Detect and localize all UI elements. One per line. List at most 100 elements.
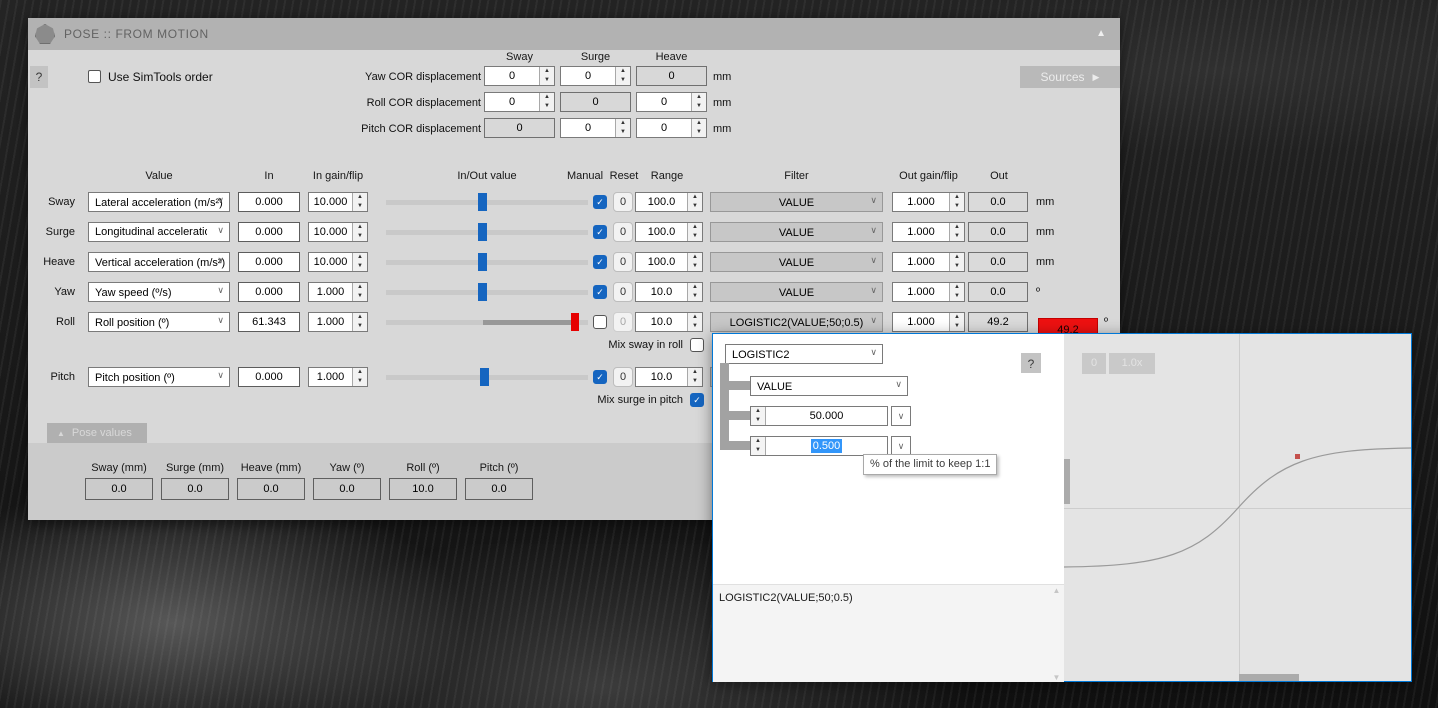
spinner-arrows[interactable]: ▲▼ <box>352 253 367 271</box>
param-ratio-mode-button[interactable]: ∨ <box>891 436 911 456</box>
slider-track[interactable] <box>386 260 588 265</box>
filter-graph[interactable]: 0 1.0x <box>1064 334 1411 681</box>
value-select[interactable]: Yaw speed (º/s)∨ <box>88 282 230 302</box>
simtools-checkbox[interactable] <box>88 70 101 83</box>
spinner-arrows[interactable]: ▲▼ <box>615 119 630 137</box>
range-spinner[interactable]: 100.0▲▼ <box>635 192 703 212</box>
slider-handle[interactable] <box>478 253 487 271</box>
spinner-arrows[interactable]: ▲▼ <box>751 437 766 455</box>
out-gain-spinner[interactable]: 1.000▲▼ <box>892 252 965 272</box>
slider-track[interactable] <box>386 290 588 295</box>
cor-pitch-heave-spinner[interactable]: 0 ▲▼ <box>636 118 707 138</box>
spinner-arrows[interactable]: ▲▼ <box>687 223 702 241</box>
range-spinner[interactable]: 10.0▲▼ <box>635 312 703 332</box>
param-limit-mode-button[interactable]: ∨ <box>891 406 911 426</box>
out-gain-spinner[interactable]: 1.000▲▼ <box>892 222 965 242</box>
spin-down-icon[interactable]: ▼ <box>751 416 765 425</box>
spin-down-icon[interactable]: ▼ <box>950 232 964 241</box>
spinner-arrows[interactable]: ▲▼ <box>949 193 964 211</box>
spin-up-icon[interactable]: ▲ <box>950 223 964 232</box>
spin-up-icon[interactable]: ▲ <box>688 283 702 292</box>
spin-down-icon[interactable]: ▼ <box>353 322 367 331</box>
filter-select[interactable]: VALUE∨ <box>710 252 883 272</box>
mix-surge-checkbox[interactable]: ✓ <box>690 393 704 407</box>
slider-handle[interactable] <box>480 368 489 386</box>
spin-up-icon[interactable]: ▲ <box>692 119 706 128</box>
spin-up-icon[interactable]: ▲ <box>353 193 367 202</box>
expression-scrollbar[interactable]: ▲ ▼ <box>1050 586 1063 682</box>
spin-down-icon[interactable]: ▼ <box>353 202 367 211</box>
spinner-arrows[interactable]: ▲▼ <box>949 223 964 241</box>
filter-select[interactable]: VALUE∨ <box>710 192 883 212</box>
cor-pitch-surge-spinner[interactable]: 0 ▲▼ <box>560 118 631 138</box>
spin-down-icon[interactable]: ▼ <box>616 128 630 137</box>
param-value-select[interactable]: VALUE∨ <box>750 376 908 396</box>
spin-down-icon[interactable]: ▼ <box>540 102 554 111</box>
pose-values-tab[interactable]: ▲ Pose values <box>47 423 147 443</box>
range-spinner[interactable]: 100.0▲▼ <box>635 252 703 272</box>
mix-sway-checkbox[interactable] <box>690 338 704 352</box>
spin-up-icon[interactable]: ▲ <box>950 313 964 322</box>
spinner-arrows[interactable]: ▲▼ <box>352 368 367 386</box>
spin-down-icon[interactable]: ▼ <box>950 322 964 331</box>
spin-down-icon[interactable]: ▼ <box>353 262 367 271</box>
reset-button[interactable]: 0 <box>613 282 633 302</box>
spin-down-icon[interactable]: ▼ <box>950 262 964 271</box>
spin-up-icon[interactable]: ▲ <box>688 368 702 377</box>
spin-up-icon[interactable]: ▲ <box>353 283 367 292</box>
manual-checkbox[interactable]: ✓ <box>593 285 607 299</box>
slider-handle[interactable] <box>478 193 487 211</box>
spin-down-icon[interactable]: ▼ <box>688 202 702 211</box>
out-gain-spinner[interactable]: 1.000▲▼ <box>892 282 965 302</box>
manual-checkbox[interactable]: ✓ <box>593 225 607 239</box>
manual-checkbox[interactable]: ✓ <box>593 195 607 209</box>
inout-slider[interactable] <box>386 311 588 333</box>
collapse-icon[interactable]: ▲ <box>1096 28 1106 39</box>
out-gain-spinner[interactable]: 1.000▲▼ <box>892 312 965 332</box>
spinner-arrows[interactable]: ▲▼ <box>687 313 702 331</box>
scroll-down-icon[interactable]: ▼ <box>1050 673 1063 682</box>
spin-down-icon[interactable]: ▼ <box>688 232 702 241</box>
in-gain-spinner[interactable]: 1.000▲▼ <box>308 312 368 332</box>
manual-checkbox[interactable]: ✓ <box>593 370 607 384</box>
spinner-arrows[interactable]: ▲▼ <box>352 313 367 331</box>
reset-button[interactable]: 0 <box>613 222 633 242</box>
spinner-arrows[interactable]: ▲▼ <box>352 193 367 211</box>
reset-button[interactable]: 0 <box>613 367 633 387</box>
selected-text[interactable]: 0.500 <box>811 439 843 453</box>
spinner-arrows[interactable]: ▲▼ <box>687 283 702 301</box>
value-select[interactable]: Longitudinal acceleration (m/s²)∨ <box>88 222 230 242</box>
spin-down-icon[interactable]: ▼ <box>950 202 964 211</box>
spin-up-icon[interactable]: ▲ <box>751 437 765 446</box>
spinner-arrows[interactable]: ▲▼ <box>949 283 964 301</box>
spin-up-icon[interactable]: ▲ <box>540 93 554 102</box>
spin-up-icon[interactable]: ▲ <box>688 313 702 322</box>
spin-down-icon[interactable]: ▼ <box>688 292 702 301</box>
spin-down-icon[interactable]: ▼ <box>353 232 367 241</box>
spin-down-icon[interactable]: ▼ <box>692 128 706 137</box>
in-gain-spinner[interactable]: 10.000▲▼ <box>308 222 368 242</box>
spinner-arrows[interactable]: ▲▼ <box>751 407 766 425</box>
spin-up-icon[interactable]: ▲ <box>688 193 702 202</box>
inout-slider[interactable] <box>386 366 588 388</box>
manual-checkbox[interactable]: ✓ <box>593 255 607 269</box>
spin-down-icon[interactable]: ▼ <box>688 322 702 331</box>
spin-down-icon[interactable]: ▼ <box>950 292 964 301</box>
spinner-arrows[interactable]: ▲▼ <box>352 223 367 241</box>
value-select[interactable]: Lateral acceleration (m/s²)∨ <box>88 192 230 212</box>
spin-up-icon[interactable]: ▲ <box>688 253 702 262</box>
spinner-arrows[interactable]: ▲▼ <box>352 283 367 301</box>
spinner-arrows[interactable]: ▲▼ <box>539 93 554 111</box>
in-gain-spinner[interactable]: 10.000▲▼ <box>308 192 368 212</box>
inout-slider[interactable] <box>386 251 588 273</box>
inout-slider[interactable] <box>386 221 588 243</box>
spin-up-icon[interactable]: ▲ <box>353 313 367 322</box>
range-spinner[interactable]: 10.0▲▼ <box>635 282 703 302</box>
spin-up-icon[interactable]: ▲ <box>616 119 630 128</box>
value-select[interactable]: Vertical acceleration (m/s²)∨ <box>88 252 230 272</box>
slider-handle[interactable] <box>478 283 487 301</box>
spin-down-icon[interactable]: ▼ <box>353 377 367 386</box>
spinner-arrows[interactable]: ▲▼ <box>691 93 706 111</box>
reset-button[interactable]: 0 <box>613 312 633 332</box>
spinner-arrows[interactable]: ▲▼ <box>949 253 964 271</box>
